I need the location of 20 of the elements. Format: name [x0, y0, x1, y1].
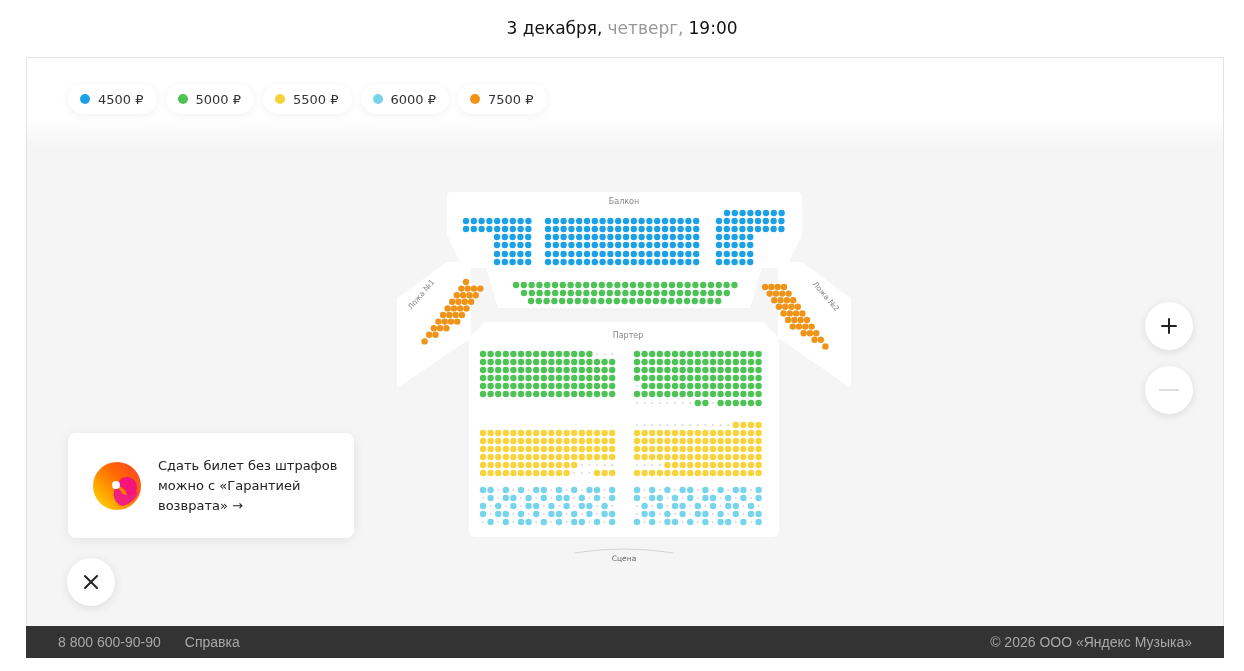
price-label: 5500 ₽ [293, 91, 339, 107]
price-label: 4500 ₽ [98, 91, 144, 107]
refund-guarantee-card[interactable]: Сдать билет без штрафов можно с «Гарантией возврата» → [68, 433, 354, 538]
help-link[interactable]: Справка [184, 634, 240, 650]
price-filter-chip[interactable]: 5500 ₽ [263, 84, 352, 114]
copyright-text: © 2026 ООО «Яндекс Музыка» [990, 634, 1192, 650]
event-time: 19:00 [688, 17, 738, 38]
section-label: Партер [612, 331, 644, 340]
event-weekday: четверг, [607, 17, 684, 38]
promo-text: Сдать билет без штрафов можно с «Гарантией возврата» → [158, 456, 339, 515]
phone-number: 8 800 600-90-90 [58, 634, 161, 650]
price-label: 6000 ₽ [390, 91, 436, 107]
price-label: 7500 ₽ [488, 91, 534, 107]
section-label: Балкон [608, 197, 640, 206]
price-filter-chip[interactable]: 5000 ₽ [165, 84, 254, 114]
price-label: 5000 ₽ [195, 91, 241, 107]
event-date: 3 декабря, [506, 17, 603, 38]
price-filter-chip[interactable]: 7500 ₽ [458, 84, 547, 114]
price-filter-chip[interactable]: 6000 ₽ [360, 84, 449, 114]
price-filter-chip[interactable]: 4500 ₽ [68, 84, 157, 114]
